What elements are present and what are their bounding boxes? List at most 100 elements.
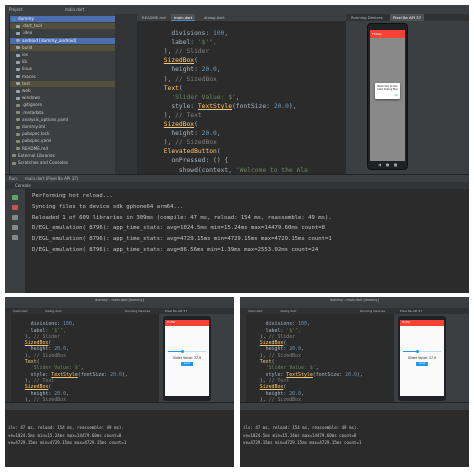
recents-icon[interactable] [394, 163, 397, 167]
code-line: SizedBox( [259, 384, 287, 391]
menu-bar: Project main.dart [5, 5, 469, 14]
tree-item[interactable]: .dart_tool [10, 23, 115, 30]
folder-icon [16, 82, 20, 86]
tree-item[interactable]: macos [10, 74, 115, 80]
folder-icon [16, 67, 20, 71]
app-bar: Flutter [165, 320, 209, 326]
tree-item-label: pubspec.lock [22, 131, 50, 137]
tree-item[interactable]: Scratches and Consoles [10, 160, 115, 166]
tab-running-devices[interactable]: Running Devices [348, 14, 386, 21]
tree-item[interactable]: test [10, 80, 115, 87]
console-line: Reloaded 1 of 609 libraries in 309ms (co… [32, 214, 332, 221]
tree-item[interactable]: linux [10, 66, 115, 72]
tree-item[interactable]: windows [10, 95, 115, 101]
tree-item[interactable]: External Libraries [10, 153, 115, 159]
tree-item-label: lib [22, 59, 27, 65]
tree-item[interactable]: build [10, 44, 115, 51]
phone-screen[interactable]: Flutter Slider Value: 37.9 SHOW [165, 320, 209, 396]
show-dialog-button[interactable]: SHOW [181, 362, 193, 366]
value-slider[interactable] [168, 350, 206, 353]
console-line: ils: 47 ms, reload: 154 ms, reassemble: … [243, 425, 359, 430]
trash-icon[interactable] [12, 235, 18, 240]
tree-item[interactable]: dummy [10, 16, 115, 22]
value-slider[interactable] [403, 350, 441, 353]
phone-screen[interactable]: Flutter Slider Value: 37.9 SHOW [400, 320, 444, 396]
run-console[interactable]: Performing hot reload... Syncing files to… [25, 189, 469, 293]
android-nav-bar [378, 163, 397, 167]
running-devices-panel: Flutter Slider Value: 37.9 SHOW [159, 314, 234, 402]
code-line: ), // Slider [13, 333, 61, 340]
back-icon[interactable] [378, 163, 381, 167]
code-editor[interactable]: divisions: 100, label: '$'", ), // Slide… [246, 314, 394, 402]
tree-item[interactable]: lib [10, 59, 115, 65]
tree-item-label: dummy.iml [22, 124, 46, 129]
code-line: divisions: 100, [13, 321, 75, 328]
tree-item-label: dummy [18, 16, 34, 21]
tree-item[interactable]: web [10, 88, 115, 94]
dialog-ok-button[interactable]: OK [395, 94, 398, 97]
alert-dialog: Welcome to the Alert Dialog Box OK [375, 83, 400, 99]
tree-item[interactable]: dummy.iml [10, 124, 115, 130]
folder-icon [16, 39, 20, 43]
tree-item[interactable]: README.md [10, 146, 115, 152]
dialog-scrim[interactable] [370, 38, 405, 161]
tree-item[interactable]: ios [10, 52, 115, 58]
tree-item[interactable]: .gitignore [10, 102, 115, 108]
run-header [240, 402, 469, 410]
code-line: divisions: 100, [141, 30, 229, 38]
run-header: Run: main.dart (Pixel 8a API 37) [5, 174, 469, 182]
console-line: Syncing files to device sdk gphone64 arm… [32, 203, 184, 210]
console-line: D/EGL_emulation( 8796): app_time_stats: … [32, 236, 332, 243]
top-ide-window: Project main.dart dummy .dart_tool .idea an… [5, 5, 469, 293]
code-line: height: 20.0, [13, 390, 69, 397]
show-dialog-button[interactable]: SHOW [416, 362, 428, 366]
tree-item[interactable]: analysis_options.yaml [10, 117, 115, 123]
print-icon[interactable] [12, 225, 18, 230]
tree-item[interactable]: pubspec.yaml [10, 138, 115, 144]
file-icon [16, 147, 20, 151]
console-line: D/EGL_emulation( 8796): app_time_stats: … [32, 246, 319, 253]
folder-icon [12, 17, 16, 21]
rerun-icon[interactable] [12, 195, 18, 200]
tree-item[interactable]: .metadata [10, 110, 115, 116]
code-line: showd(context, 'Welcome to the Ala [141, 166, 308, 174]
app-bar: Flutter [370, 30, 405, 38]
tree-item[interactable]: android [dummy_android] [10, 37, 115, 44]
file-icon [16, 139, 20, 143]
tree-item[interactable]: .idea [10, 30, 115, 36]
console-line: ve=1024.5ms min=15.24ms max=14479.60ms c… [243, 432, 357, 438]
home-icon[interactable] [385, 163, 390, 167]
tree-item-label: test [22, 80, 31, 86]
console-line: ils: 47 ms, reload: 154 ms, reassemble: … [8, 425, 124, 430]
stop-icon[interactable] [12, 205, 18, 210]
run-console[interactable]: ils: 47 ms, reload: 154 ms, reassemble: … [5, 410, 234, 467]
tree-item-label: windows [22, 95, 41, 101]
tree-item-label: External Libraries [18, 152, 55, 158]
phone-screen[interactable]: Flutter Welcome to the Alert Dialog Box … [370, 30, 405, 161]
run-console[interactable]: ils: 47 ms, reload: 154 ms, reassemble: … [240, 410, 469, 467]
file-icon [16, 132, 20, 136]
project-menu[interactable]: Project [9, 5, 23, 14]
tree-item[interactable]: pubspec.lock [10, 131, 115, 137]
scroll-icon[interactable] [12, 215, 18, 220]
console-line: ve=4729.15ms min=4729.15ms max=4729.15ms… [8, 440, 127, 446]
folder-icon [16, 60, 20, 64]
code-line: style: TextStyle(fontSize: 20.0), [141, 102, 297, 110]
folder-icon [16, 24, 20, 28]
code-line: height: 20.0, [13, 346, 69, 353]
console-tab[interactable]: Console [15, 182, 31, 189]
slider-thumb[interactable] [415, 350, 419, 353]
console-line: ve=1024.5ms min=15.24ms max=14479.60ms c… [8, 432, 122, 438]
code-editor[interactable]: divisions: 100, label: '$'", ), // Slide… [11, 314, 159, 402]
console-line: ve=4729.15ms min=4729.15ms max=4729.15ms… [243, 440, 362, 446]
bottom-right-ide-window: dummy – main.dart [dummy] main.dart dial… [240, 297, 469, 467]
code-line: ), // SizedBox [248, 352, 302, 359]
run-tool-tabs: Console [5, 182, 469, 189]
folder-icon [16, 31, 20, 35]
app-bar: Flutter [400, 320, 444, 326]
code-line: ), // Text [248, 377, 290, 384]
code-editor[interactable]: README.md main.dart dialog.dart division… [137, 14, 346, 174]
slider-thumb[interactable] [180, 350, 184, 353]
tab-pixel-device[interactable]: Pixel 8a API 37 [390, 14, 424, 21]
code-line: style: TextStyle(fontSize: 20.0), [13, 371, 128, 378]
